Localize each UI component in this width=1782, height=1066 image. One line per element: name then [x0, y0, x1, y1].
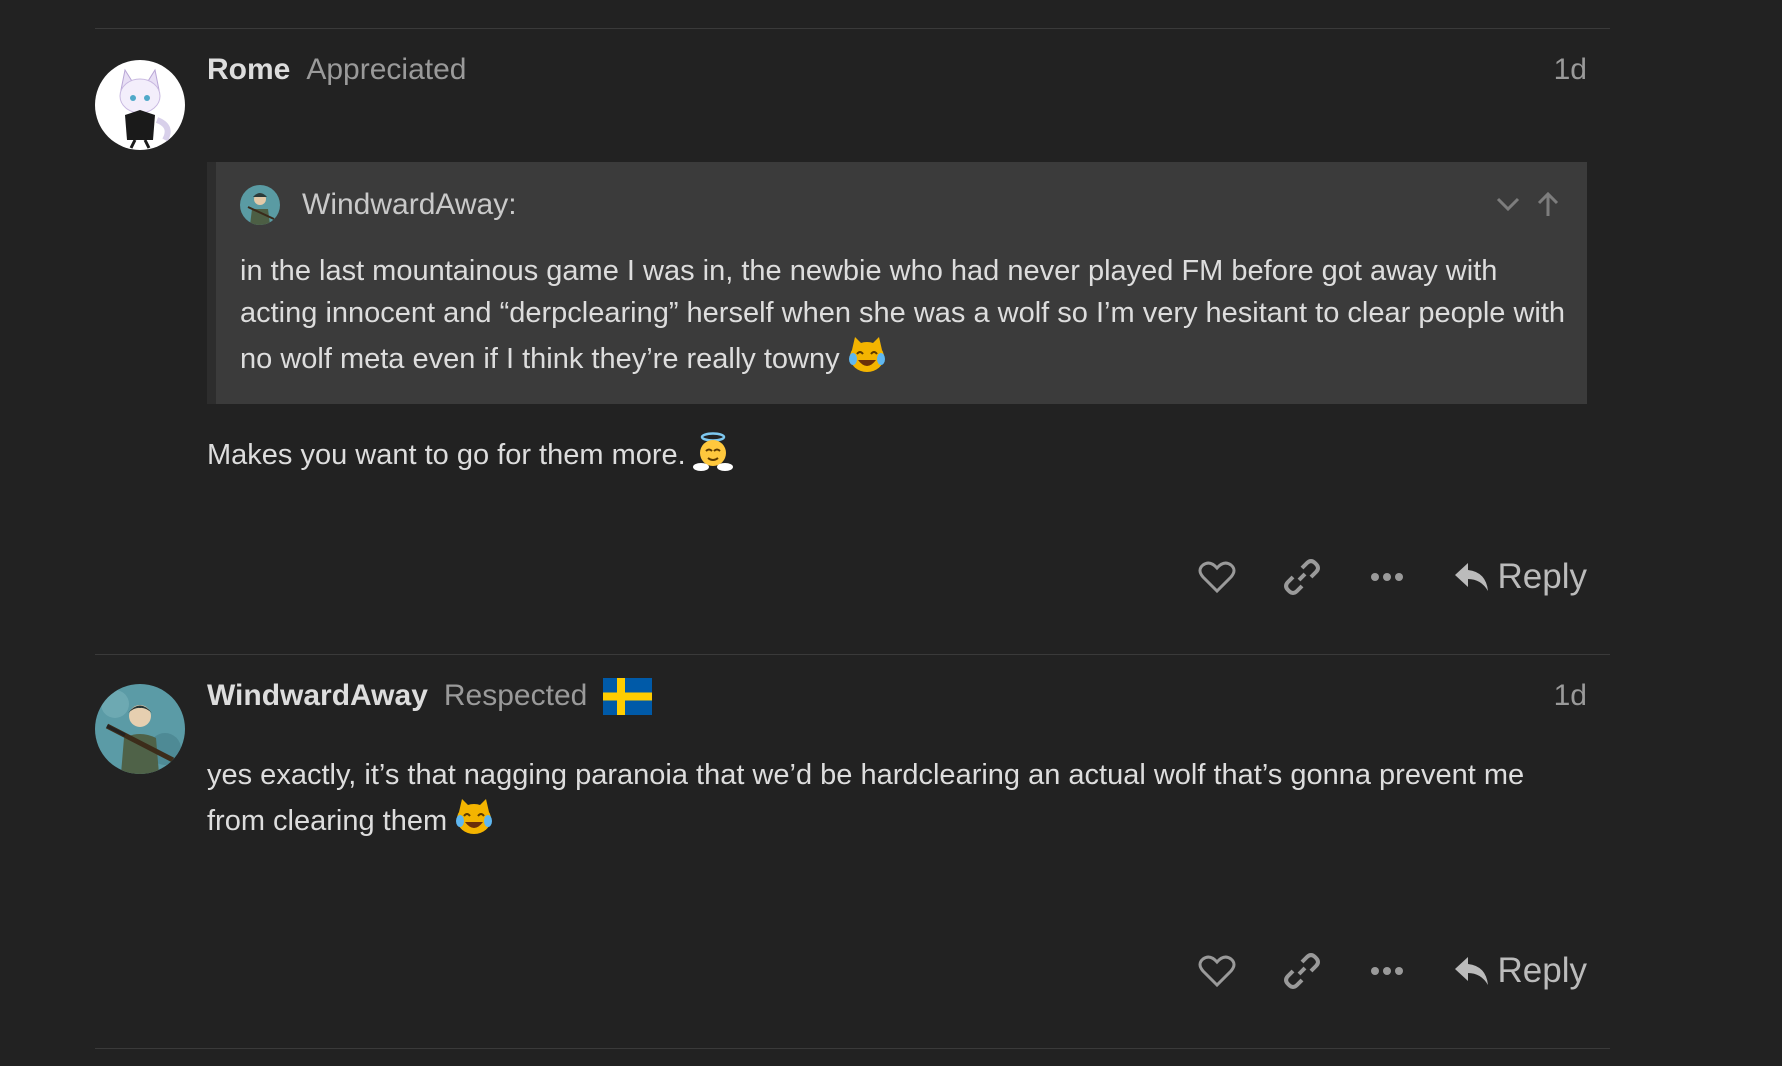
username[interactable]: WindwardAway: [207, 679, 428, 713]
avatar[interactable]: [95, 684, 185, 774]
post-content: yes exactly, it’s that nagging paranoia …: [207, 754, 1587, 842]
user-title: Respected: [443, 679, 588, 712]
quote-block: WindwardAway: in the last mountainous ga…: [207, 162, 1587, 404]
username[interactable]: Rome: [207, 53, 290, 87]
like-button[interactable]: [1175, 552, 1260, 602]
joy-cat-emoji: [848, 337, 885, 372]
post-stream: Rome Appreciated 1d WindwardAway: in the…: [95, 0, 1610, 1066]
post-date[interactable]: 1d: [1554, 50, 1587, 90]
soldier-avatar-icon: [240, 185, 280, 225]
quote-author: WindwardAway:: [302, 188, 517, 221]
quote-text-content: in the last mountainous game I was in, t…: [240, 255, 1566, 375]
user-title: Appreciated: [306, 53, 467, 86]
quote-text: in the last mountainous game I was in, t…: [240, 250, 1570, 380]
reply-label: Reply: [1497, 557, 1587, 596]
anime-cat-girl-avatar-icon: [95, 60, 185, 150]
quote-controls: [1493, 189, 1563, 224]
heart-icon: [1198, 955, 1236, 988]
reply-button[interactable]: Reply: [1454, 946, 1587, 996]
copy-link-button[interactable]: [1260, 552, 1345, 602]
reply-arrow-icon: [1454, 957, 1488, 985]
heart-icon: [1198, 561, 1236, 594]
reply-arrow-icon: [1454, 563, 1488, 591]
show-more-actions-button[interactable]: [1345, 552, 1430, 602]
post-rome: Rome Appreciated 1d WindwardAway: in the…: [95, 28, 1610, 654]
link-icon: [1284, 559, 1321, 595]
quote-avatar: [240, 185, 280, 225]
post-windwardaway: WindwardAway Respected 1d yes exactly, i…: [95, 654, 1610, 1048]
avatar[interactable]: [95, 60, 185, 150]
innocent-angel-emoji: [692, 432, 733, 471]
post-author-names: Rome Appreciated: [207, 50, 466, 90]
post-body: Rome Appreciated 1d WindwardAway: in the…: [207, 50, 1587, 650]
post-author-names: WindwardAway Respected: [207, 676, 653, 716]
post-text: yes exactly, it’s that nagging paranoia …: [207, 759, 1525, 837]
soldier-with-rifle-avatar-icon: [95, 684, 185, 774]
copy-link-button[interactable]: [1260, 946, 1345, 996]
post-content: Makes you want to go for them more.: [207, 430, 1587, 476]
post-body: WindwardAway Respected 1d yes exactly, i…: [207, 676, 1587, 1036]
show-more-actions-button[interactable]: [1345, 946, 1430, 996]
post-date[interactable]: 1d: [1554, 676, 1587, 716]
post-controls: Reply: [1175, 552, 1587, 602]
post-text: Makes you want to go for them more.: [207, 439, 686, 471]
like-button[interactable]: [1175, 946, 1260, 996]
jump-to-post-arrow-up-icon[interactable]: [1533, 189, 1563, 224]
expand-quote-chevron-icon[interactable]: [1493, 189, 1523, 224]
link-icon: [1284, 953, 1321, 989]
ellipsis-icon: [1371, 967, 1404, 975]
reply-button[interactable]: Reply: [1454, 552, 1587, 602]
reply-label: Reply: [1497, 951, 1587, 990]
ellipsis-icon: [1371, 573, 1404, 581]
quote-header[interactable]: WindwardAway:: [240, 184, 517, 226]
post-controls: Reply: [1175, 946, 1587, 996]
post-divider: [95, 1048, 1610, 1049]
joy-cat-emoji: [456, 799, 493, 834]
sweden-flag-icon: [603, 677, 653, 715]
